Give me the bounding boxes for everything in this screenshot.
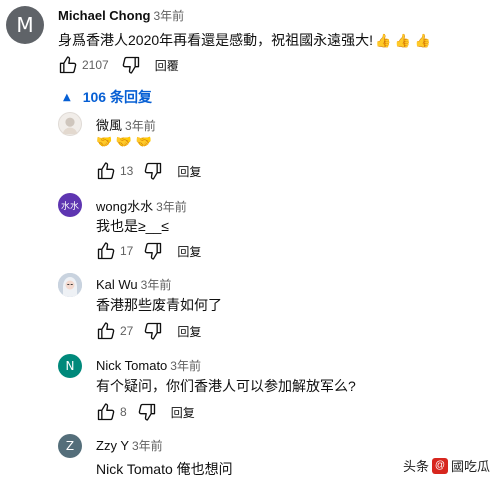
- at-icon: @: [431, 457, 448, 474]
- watermark: 头条 @ 國吃瓜: [403, 456, 490, 475]
- comment-actions: 13 回复: [96, 161, 201, 181]
- chevron-up-icon: ▲: [63, 91, 71, 103]
- replies-count-label[interactable]: 106 条回复: [83, 87, 152, 107]
- comment-time[interactable]: 3年前: [170, 359, 201, 373]
- avatar[interactable]: [58, 112, 82, 136]
- author-name[interactable]: 微風: [96, 118, 122, 133]
- comment-text: 🤝 🤝 🤝: [96, 133, 152, 150]
- like-icon[interactable]: [96, 402, 116, 422]
- comment-text: 身爲香港人2020年再看還是感動，祝祖國永遠强大! 👍 👍 👍: [58, 30, 431, 50]
- replies-toggle[interactable]: ▲ 106 条回复: [63, 87, 152, 107]
- comment-author[interactable]: 微風 3年前: [96, 115, 156, 134]
- avatar-letter: Z: [65, 439, 75, 453]
- like-count: 27: [120, 324, 134, 338]
- comment-author[interactable]: Nick Tomato 3年前: [96, 357, 201, 374]
- comment-body: 身爲香港人2020年再看還是感動，祝祖國永遠强大!: [58, 32, 374, 48]
- comment-author[interactable]: Michael Chong 3年前: [58, 7, 184, 24]
- reply-nick-tomato: N Nick Tomato 3年前 有个疑问，你们香港人可以参加解放军么? 8 回…: [0, 354, 500, 424]
- avatar-letter: 水水: [60, 201, 79, 212]
- like-count: 17: [120, 244, 134, 258]
- avatar[interactable]: N: [58, 354, 82, 378]
- author-name[interactable]: wong水水: [96, 199, 153, 214]
- like-icon[interactable]: [96, 321, 116, 341]
- avatar[interactable]: 水水: [58, 193, 82, 217]
- avatar[interactable]: [58, 273, 82, 297]
- author-name[interactable]: Nick Tomato: [96, 358, 167, 373]
- comment-actions: 27 回复: [96, 321, 201, 341]
- avatar-letter: N: [65, 359, 75, 373]
- avatar-letter: M: [16, 13, 34, 37]
- like-count: 13: [120, 164, 134, 178]
- thumbs-up-emoji: 👍 👍 👍: [375, 33, 431, 49]
- like-icon[interactable]: [58, 55, 78, 75]
- dislike-icon[interactable]: [137, 402, 157, 422]
- comment-text: 香港那些废青如何了: [96, 297, 222, 313]
- avatar[interactable]: Z: [58, 434, 82, 458]
- author-name[interactable]: Michael Chong: [58, 8, 150, 23]
- like-count: 2107: [82, 58, 109, 72]
- comment-author[interactable]: Kal Wu 3年前: [96, 276, 171, 293]
- reply-button[interactable]: 回复: [177, 323, 201, 340]
- comment-time[interactable]: 3年前: [141, 278, 172, 292]
- reply-weifeng: 微風 3年前 🤝 🤝 🤝 13 回复: [0, 112, 500, 182]
- author-name[interactable]: Kal Wu: [96, 277, 138, 292]
- comment-text: Nick Tomato 俺也想问: [96, 461, 233, 477]
- reply-button[interactable]: 回复: [177, 243, 201, 260]
- reply-button[interactable]: 回覆: [155, 57, 179, 74]
- dislike-icon[interactable]: [121, 55, 141, 75]
- like-icon[interactable]: [96, 161, 116, 181]
- comment-time[interactable]: 3年前: [132, 439, 163, 453]
- person-avatar-icon: [58, 273, 82, 297]
- comment-text: 有个疑问，你们香港人可以参加解放军么?: [96, 378, 356, 394]
- reply-button[interactable]: 回复: [177, 163, 201, 180]
- comment-actions: 8 回复: [96, 402, 195, 422]
- like-count: 8: [120, 405, 127, 419]
- reply-button[interactable]: 回复: [171, 404, 195, 421]
- reply-kal-wu: Kal Wu 3年前 香港那些废青如何了 27 回复: [0, 273, 500, 343]
- person-avatar-icon: [62, 117, 78, 135]
- like-icon[interactable]: [96, 241, 116, 261]
- comment-author[interactable]: Zzy Y 3年前: [96, 437, 163, 454]
- comment-time[interactable]: 3年前: [153, 9, 184, 23]
- dislike-icon[interactable]: [143, 241, 163, 261]
- comment-actions: 17 回复: [96, 241, 201, 261]
- handshake-emoji: 🤝 🤝 🤝: [96, 134, 152, 150]
- watermark-prefix: 头条: [402, 459, 429, 474]
- dislike-icon[interactable]: [143, 161, 163, 181]
- comment-text: 我也是≥__≤: [96, 218, 169, 234]
- avatar[interactable]: M: [6, 6, 44, 44]
- comment-time[interactable]: 3年前: [125, 119, 156, 133]
- comment-michael-chong: M Michael Chong 3年前 身爲香港人2020年再看還是感動，祝祖國永…: [0, 0, 500, 80]
- comment-author[interactable]: wong水水 3年前: [96, 196, 187, 215]
- watermark-name: 國吃瓜: [450, 459, 490, 474]
- dislike-icon[interactable]: [143, 321, 163, 341]
- comment-time[interactable]: 3年前: [156, 200, 187, 214]
- reply-wong: 水水 wong水水 3年前 我也是≥__≤ 17 回复: [0, 193, 500, 263]
- comment-actions: 2107 回覆: [58, 55, 179, 75]
- author-name[interactable]: Zzy Y: [96, 438, 129, 453]
